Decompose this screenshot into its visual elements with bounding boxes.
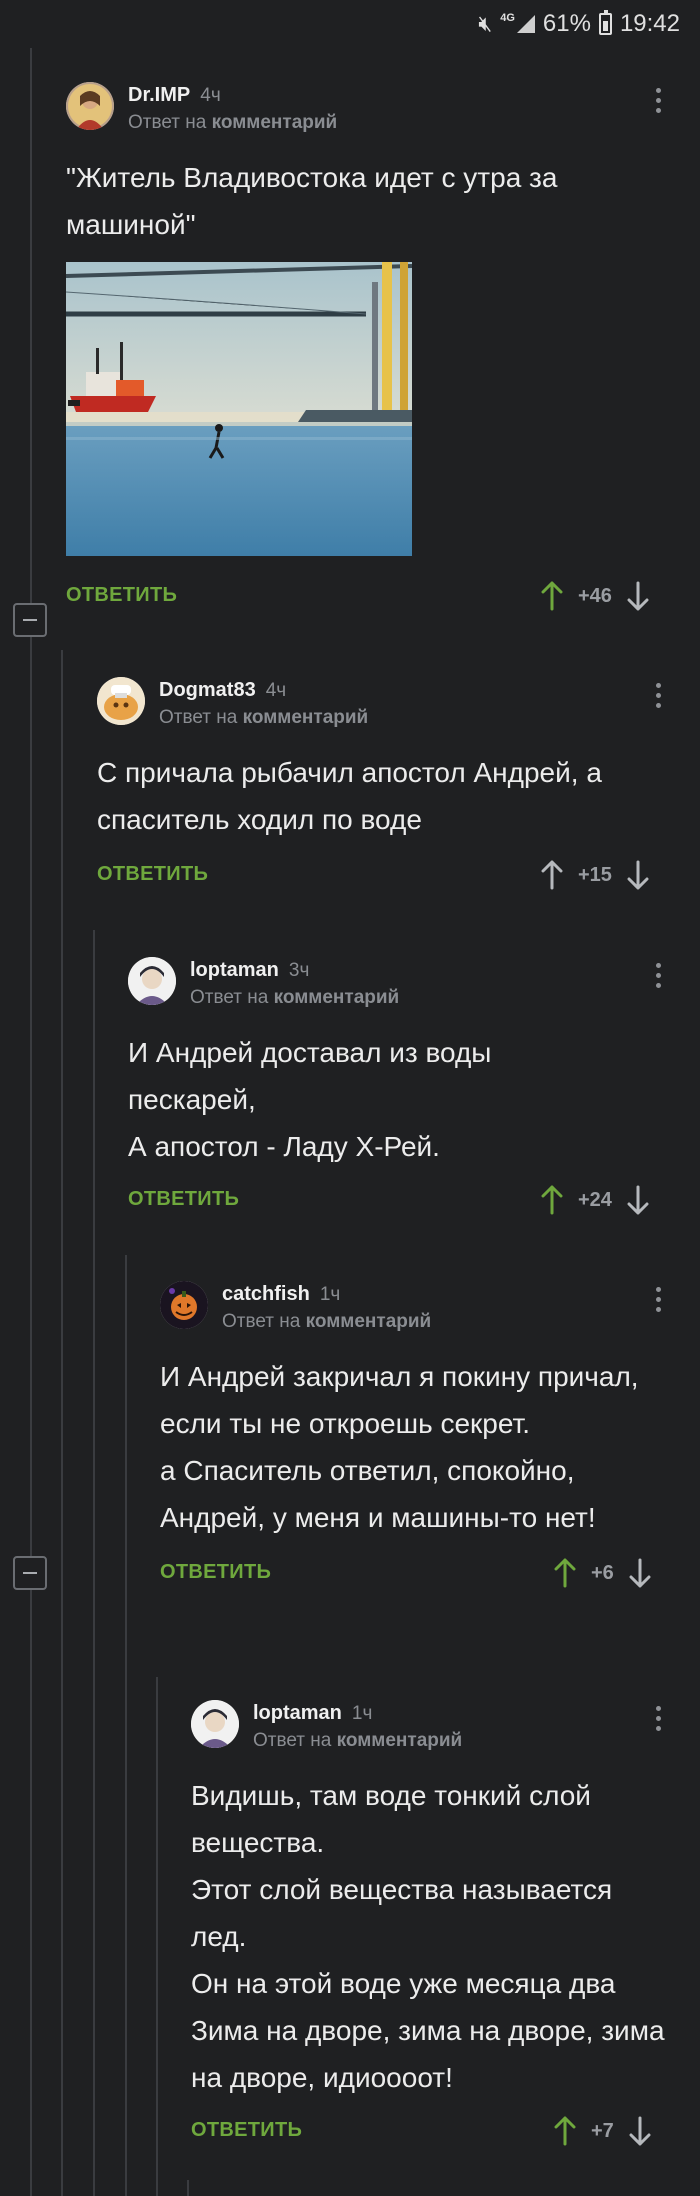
comment-text: "Житель Владивостока идет с утра за маши… [66, 162, 558, 240]
more-options-icon[interactable] [656, 1287, 662, 1312]
reply-to-label: Ответ на комментарий [128, 112, 338, 133]
rating-count: +24 [578, 1188, 612, 1211]
thread-line [61, 650, 63, 2196]
username[interactable]: Dr.IMP 4ч [128, 84, 221, 107]
comment-time: 1ч [351, 1703, 373, 1724]
comment-actions: ОТВЕТИТЬ +15 [97, 855, 686, 895]
downvote-arrow-icon[interactable] [626, 860, 650, 890]
collapse-thread-button[interactable] [13, 603, 47, 637]
comment-header: catchfish 1ч Ответ на комментарий [160, 1281, 686, 1337]
upvote-arrow-icon[interactable] [540, 581, 564, 611]
status-bar: 🔇︎ 4G 61% 19:42 [0, 0, 700, 48]
comment-header: Dr.IMP 4ч Ответ на комментарий [66, 82, 686, 138]
mute-icon: 🔇︎ [478, 11, 493, 36]
upvote-arrow-icon[interactable] [553, 1558, 577, 1588]
clock: 19:42 [619, 10, 680, 37]
downvote-arrow-icon[interactable] [626, 581, 650, 611]
reply-button[interactable]: ОТВЕТИТЬ [97, 863, 208, 886]
reply-to-link[interactable]: комментарий [243, 707, 369, 728]
rating-count: +46 [578, 584, 612, 607]
avatar[interactable] [66, 82, 114, 130]
collapse-thread-button[interactable] [13, 1556, 47, 1590]
battery-percent: 61% [542, 10, 591, 37]
comment-actions: ОТВЕТИТЬ +24 [128, 1180, 686, 1220]
reply-button[interactable]: ОТВЕТИТЬ [160, 1561, 271, 1584]
more-options-icon[interactable] [656, 1706, 662, 1731]
comment-image[interactable] [66, 262, 412, 556]
downvote-arrow-icon[interactable] [628, 2116, 652, 2146]
avatar[interactable] [97, 677, 145, 725]
battery-icon [598, 10, 612, 35]
thread-line [93, 930, 95, 2196]
comment-text: И Андрей доставал из воды пескарей, А ап… [128, 1037, 492, 1162]
thread-line [30, 48, 32, 2196]
more-options-icon[interactable] [656, 683, 662, 708]
comment-text: Видишь, там воде тонкий слой вещества. Э… [191, 1780, 665, 2093]
comment-time: 4ч [265, 680, 287, 701]
avatar[interactable] [191, 1700, 239, 1748]
reply-to-link[interactable]: комментарий [212, 112, 338, 133]
thread-line [156, 1677, 158, 2196]
reply-to-link[interactable]: комментарий [274, 987, 400, 1008]
username[interactable]: Dogmat83 4ч [159, 679, 286, 702]
upvote-arrow-icon[interactable] [553, 2116, 577, 2146]
vote-controls: +46 [540, 576, 650, 616]
upvote-arrow-icon[interactable] [540, 1185, 564, 1215]
reply-button[interactable]: ОТВЕТИТЬ [191, 2119, 302, 2142]
signal-icon [516, 15, 535, 33]
rating-count: +7 [591, 2119, 614, 2142]
username[interactable]: loptaman 3ч [190, 959, 309, 982]
reply-button[interactable]: ОТВЕТИТЬ [128, 1188, 239, 1211]
vote-controls: +7 [553, 2111, 652, 2151]
reply-to-label: Ответ на комментарий [222, 1311, 432, 1332]
comment: loptaman 1ч Ответ на комментарий Видишь, … [191, 1700, 686, 2151]
username[interactable]: catchfish 1ч [222, 1283, 340, 1306]
username[interactable]: loptaman 1ч [253, 1702, 372, 1725]
comment: loptaman 3ч Ответ на комментарий И Андрей… [128, 957, 686, 1220]
thread-line [187, 2180, 189, 2196]
comment-header: loptaman 1ч Ответ на комментарий [191, 1700, 686, 1756]
comment-header: Dogmat83 4ч Ответ на комментарий [97, 677, 686, 733]
comment-actions: ОТВЕТИТЬ +46 [66, 576, 686, 616]
upvote-arrow-icon[interactable] [540, 860, 564, 890]
reply-to-link[interactable]: комментарий [306, 1311, 432, 1332]
comment-text: С причала рыбачил апостол Андрей, а спас… [97, 757, 602, 835]
rating-count: +15 [578, 863, 612, 886]
rating-count: +6 [591, 1561, 614, 1584]
more-options-icon[interactable] [656, 963, 662, 988]
comment-actions: ОТВЕТИТЬ +7 [191, 2111, 686, 2151]
comment-text: И Андрей закричал я покину причал, если … [160, 1361, 639, 1533]
thread-line [125, 1255, 127, 2196]
comment: Dr.IMP 4ч Ответ на комментарий "Житель Вл… [66, 82, 686, 616]
network-type: 4G [500, 12, 515, 24]
downvote-arrow-icon[interactable] [626, 1185, 650, 1215]
avatar[interactable] [160, 1281, 208, 1329]
comment-time: 4ч [200, 85, 221, 106]
downvote-arrow-icon[interactable] [628, 1558, 652, 1588]
comment-header: loptaman 3ч Ответ на комментарий [128, 957, 686, 1013]
vote-controls: +24 [540, 1180, 650, 1220]
vote-controls: +15 [540, 855, 650, 895]
comment: Dogmat83 4ч Ответ на комментарий С причал… [97, 677, 686, 895]
reply-to-label: Ответ на комментарий [190, 987, 400, 1008]
vote-controls: +6 [553, 1553, 652, 1593]
comment-actions: ОТВЕТИТЬ +6 [160, 1553, 686, 1593]
reply-to-label: Ответ на комментарий [159, 707, 369, 728]
comment-time: 1ч [319, 1284, 341, 1305]
more-options-icon[interactable] [656, 88, 662, 113]
reply-to-link[interactable]: комментарий [337, 1730, 463, 1751]
avatar[interactable] [128, 957, 176, 1005]
comment-time: 3ч [288, 960, 310, 981]
reply-button[interactable]: ОТВЕТИТЬ [66, 584, 177, 607]
comment: catchfish 1ч Ответ на комментарий И Андре… [160, 1281, 686, 1593]
reply-to-label: Ответ на комментарий [253, 1730, 463, 1751]
